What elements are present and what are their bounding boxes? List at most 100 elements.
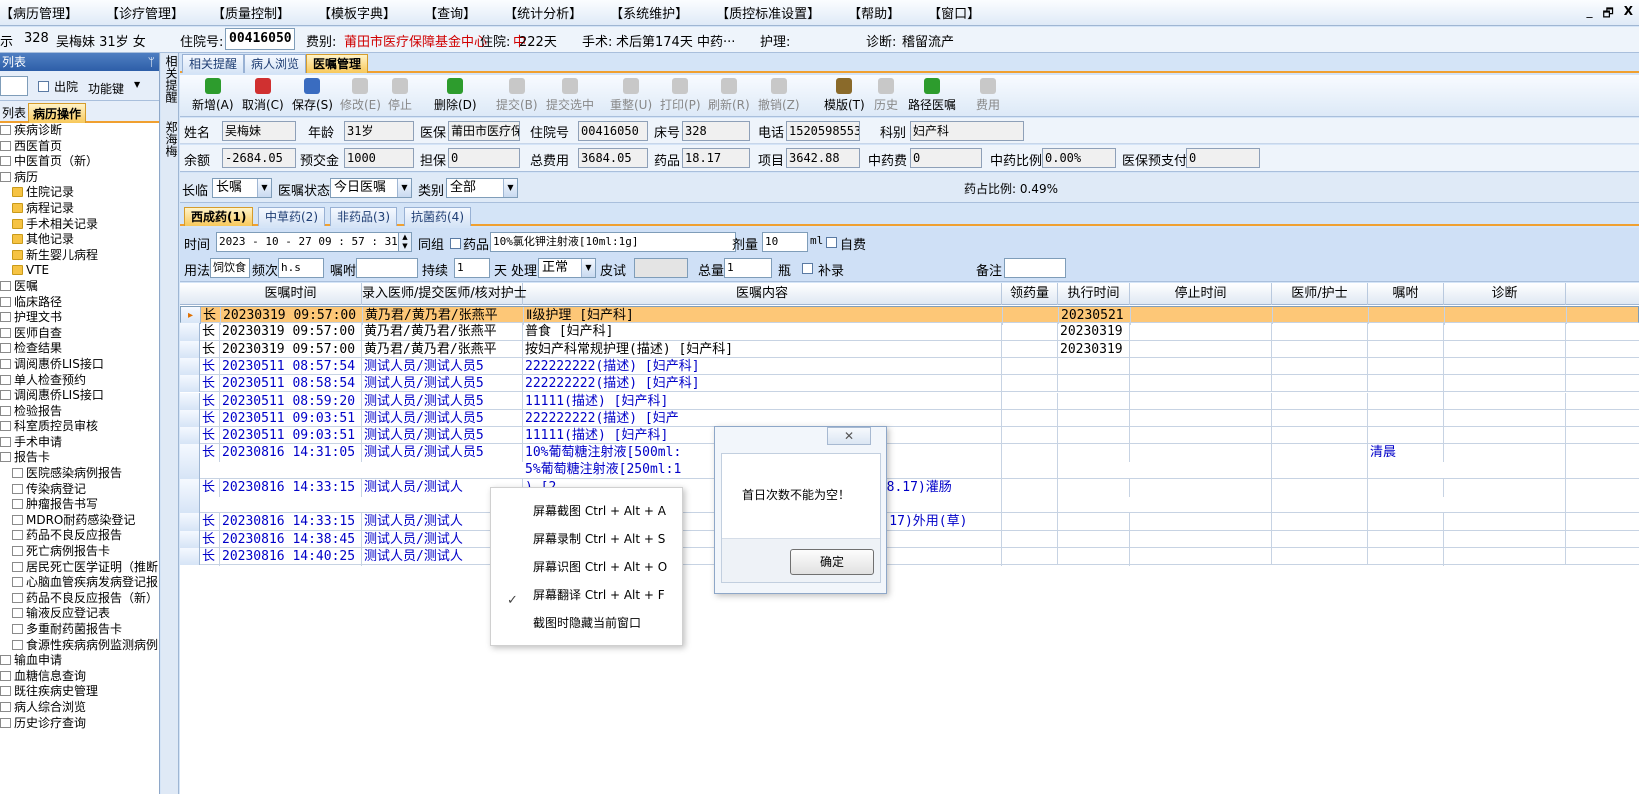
reorganize-button[interactable]: 重整(U) bbox=[610, 78, 652, 113]
left-dropdown[interactable] bbox=[0, 76, 28, 96]
add-button[interactable]: 新增(A) bbox=[192, 78, 234, 113]
template-button[interactable]: 模版(T) bbox=[824, 78, 865, 113]
tree-item[interactable]: 科室质控员审核 bbox=[0, 419, 159, 435]
advice-input[interactable] bbox=[356, 258, 418, 278]
tree-item[interactable]: 食源性疾病病例监测病例 bbox=[0, 638, 159, 654]
row-header[interactable] bbox=[180, 340, 200, 358]
side-reminder-label[interactable]: 相关提醒 bbox=[163, 55, 180, 103]
column-header-advice[interactable]: 嘱咐 bbox=[1368, 283, 1444, 305]
tree-item[interactable]: MDRO耐药感染登记 bbox=[0, 513, 159, 529]
note-input[interactable] bbox=[1004, 258, 1066, 278]
drug-input[interactable]: 10%氯化钾注射液[10ml:1g] bbox=[490, 232, 736, 252]
cancel-button[interactable]: 取消(C) bbox=[242, 78, 284, 113]
table-row[interactable]: 长 20230511 08:58:54 测试人员/测试人员5 222222222(描述… bbox=[180, 375, 1639, 394]
table-row[interactable]: 长20230816 14:40:25测试人员/测试人00ml:洗 bbox=[180, 548, 1639, 566]
tree-item[interactable]: 死亡病例报告卡 bbox=[0, 544, 159, 560]
undo-button[interactable]: 撤销(Z) bbox=[758, 78, 800, 113]
row-header[interactable]: ▸ bbox=[181, 307, 201, 325]
table-row[interactable]: 长 20230319 09:57:00 黄乃君/黄乃君/张燕平 按妇产科常规护理(描述… bbox=[180, 340, 1639, 359]
process-select[interactable]: 正常 ▼ bbox=[538, 258, 596, 278]
tree-item[interactable]: 手术申请 bbox=[0, 435, 159, 451]
tree-item[interactable]: 输血申请 bbox=[0, 653, 159, 669]
path-order-button[interactable]: 路径医嘱 bbox=[908, 78, 956, 113]
submit-selected-button[interactable]: 提交选中 bbox=[546, 78, 594, 113]
menu-treatment-mgmt[interactable]: 【诊疗管理】 bbox=[106, 3, 184, 22]
tree-item[interactable]: 医院感染病例报告 bbox=[0, 466, 159, 482]
row-header[interactable] bbox=[180, 444, 200, 479]
column-header-diagnosis[interactable]: 诊断 bbox=[1444, 283, 1566, 305]
discharge-checkbox[interactable] bbox=[38, 81, 49, 92]
table-row[interactable]: 长 20230511 08:59:20 测试人员/测试人员5 11111(描述) [妇… bbox=[180, 392, 1639, 411]
menu-quality-control[interactable]: 【质量控制】 bbox=[212, 3, 290, 22]
row-header[interactable] bbox=[180, 513, 200, 531]
row-header[interactable] bbox=[180, 375, 200, 393]
tree-item[interactable]: 检验报告 bbox=[0, 404, 159, 420]
ok-button[interactable]: 确定 bbox=[790, 549, 874, 575]
stop-button[interactable]: 停止 bbox=[388, 78, 412, 113]
tree-item[interactable]: 检查结果 bbox=[0, 341, 159, 357]
order-state-select[interactable]: 今日医嘱 ▼ bbox=[330, 178, 412, 198]
tree-item[interactable]: 医嘱 bbox=[0, 279, 159, 295]
function-key-dropdown[interactable]: 功能键 bbox=[88, 80, 124, 97]
tree-item[interactable]: 药品不良反应报告（新） bbox=[0, 591, 159, 607]
tree-item[interactable]: 肿瘤报告书写 bbox=[0, 497, 159, 513]
tree-item[interactable]: 输液反应登记表 bbox=[0, 606, 159, 622]
tree-item[interactable]: 临床路径 bbox=[0, 295, 159, 311]
tree-item[interactable]: 病程记录 bbox=[0, 201, 159, 217]
tree-item[interactable]: 既往疾病史管理 bbox=[0, 684, 159, 700]
tree-item[interactable]: 护理文书 bbox=[0, 310, 159, 326]
menu-template-dict[interactable]: 【模板字典】 bbox=[318, 3, 396, 22]
tree-item[interactable]: 历史诊疗查询 bbox=[0, 716, 159, 732]
row-header[interactable] bbox=[180, 478, 200, 514]
tree-item[interactable]: 传染病登记 bbox=[0, 482, 159, 498]
menu-help[interactable]: 【帮助】 bbox=[848, 3, 900, 22]
time-input[interactable]: 2023 - 10 - 27 09 : 57 : 31 bbox=[216, 232, 412, 252]
column-header-order-time[interactable]: 医嘱时间 bbox=[220, 283, 362, 305]
tree-item[interactable]: 住院记录 bbox=[0, 185, 159, 201]
pin-icon[interactable]: ᛘ bbox=[148, 53, 155, 71]
menu-item-screen-ocr[interactable]: 屏幕识图 Ctrl + Alt + O bbox=[533, 558, 667, 575]
drug-checkbox[interactable] bbox=[450, 238, 461, 249]
table-row[interactable]: 长20230816 14:33:15测试人员/测试人) [2)1g/每日2次(8… bbox=[180, 478, 1639, 514]
tree-item[interactable]: 病人综合浏览 bbox=[0, 700, 159, 716]
row-header[interactable] bbox=[180, 357, 200, 376]
row-header[interactable] bbox=[180, 530, 200, 548]
skin-test-input[interactable] bbox=[634, 258, 688, 278]
tree-item[interactable]: 手术相关记录 bbox=[0, 217, 159, 233]
tree-item[interactable]: 病历 bbox=[0, 170, 159, 186]
row-header[interactable] bbox=[180, 409, 200, 428]
menu-item-screenshot[interactable]: 屏幕截图 Ctrl + Alt + A bbox=[533, 502, 666, 519]
tree-item[interactable]: 医师自查 bbox=[0, 326, 159, 342]
tree-item[interactable]: 报告卡 bbox=[0, 450, 159, 466]
tab-antibiotic[interactable]: 抗菌药(4) bbox=[404, 207, 471, 226]
minimize-button[interactable]: _ bbox=[1586, 4, 1592, 25]
column-header-entry-doctor[interactable]: 录入医师/提交医师/核对护士 bbox=[362, 283, 527, 305]
table-row[interactable]: 长 20230816 14:31:05 测试人员/测试人员5 10%葡萄糖注射液[50… bbox=[180, 444, 1639, 480]
row-header[interactable] bbox=[180, 548, 200, 566]
self-pay-checkbox[interactable] bbox=[826, 237, 837, 248]
table-row[interactable]: 长 20230511 09:03:51 测试人员/测试人员5 11111(描述) [妇… bbox=[180, 427, 1639, 446]
menu-statistics[interactable]: 【统计分析】 bbox=[504, 3, 582, 22]
tree-item[interactable]: 血糖信息查询 bbox=[0, 669, 159, 685]
usage-input[interactable]: 饲饮食 bbox=[210, 258, 250, 278]
menu-item-screen-record[interactable]: 屏幕录制 Ctrl + Alt + S bbox=[533, 530, 665, 547]
dialog-close-button[interactable]: ✕ bbox=[827, 427, 871, 445]
column-header-exec-time[interactable]: 执行时间 bbox=[1058, 283, 1130, 305]
tree-item[interactable]: 心脑血管疾病发病登记报 bbox=[0, 575, 159, 591]
supplement-checkbox[interactable] bbox=[802, 263, 813, 274]
tab-patient-browse[interactable]: 病人浏览 bbox=[244, 54, 307, 73]
print-button[interactable]: 打印(P) bbox=[660, 78, 701, 113]
tree-item[interactable]: 其他记录 bbox=[0, 232, 159, 248]
restore-button[interactable]: 🗗 bbox=[1602, 4, 1613, 25]
tab-non-drug[interactable]: 非药品(3) bbox=[330, 207, 397, 226]
admit-no-field[interactable]: 00416050 bbox=[225, 28, 295, 50]
duration-input[interactable]: 1 bbox=[454, 258, 490, 278]
menu-window[interactable]: 【窗口】 bbox=[928, 3, 980, 22]
total-quantity-input[interactable]: 1 bbox=[724, 258, 772, 278]
table-row[interactable]: 长20230816 14:38:45测试人员/测试人缝合线 bbox=[180, 530, 1639, 549]
tree-item[interactable]: 多重耐药菌报告卡 bbox=[0, 622, 159, 638]
dose-input[interactable]: 10 bbox=[762, 232, 808, 252]
table-row[interactable]: ▸ 长 20230319 09:57:00 黄乃君/黄乃君/张燕平 Ⅱ级护理 [妇产科]… bbox=[180, 306, 1639, 325]
submit-button[interactable]: 提交(B) bbox=[496, 78, 538, 113]
tree-item[interactable]: 中医首页（新） bbox=[0, 154, 159, 170]
